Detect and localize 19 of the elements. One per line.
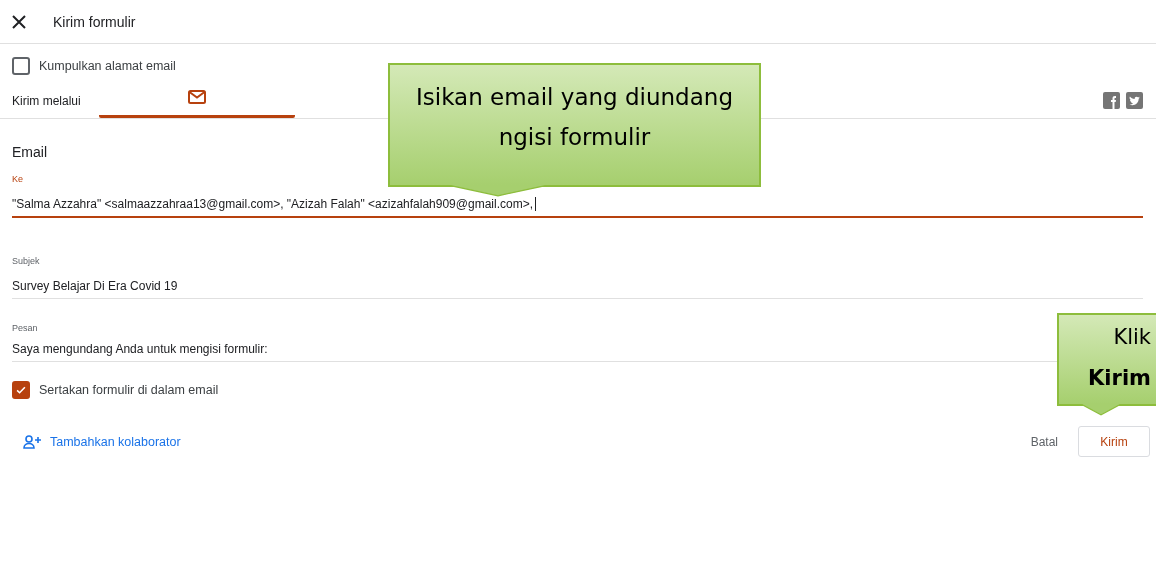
twitter-icon[interactable] (1126, 92, 1143, 109)
section-heading: Email (12, 144, 48, 160)
checkbox-label: Kumpulkan alamat email (39, 59, 176, 73)
add-person-icon (23, 434, 42, 449)
send-via-label: Kirim melalui (12, 94, 82, 110)
send-button[interactable]: Kirim (1078, 426, 1150, 457)
mail-icon (188, 90, 206, 104)
facebook-icon[interactable] (1103, 92, 1120, 109)
callout-pointer-icon (448, 185, 548, 197)
checkbox[interactable] (12, 381, 30, 399)
window-title: Kirim formulir (53, 13, 136, 30)
cancel-button[interactable]: Batal (1030, 428, 1058, 455)
add-collaborator-link[interactable]: Tambahkan kolaborator (23, 434, 181, 449)
text-field[interactable]: Subjek Survey Belajar Di Era Covid 19 (12, 256, 1143, 299)
checkbox[interactable] (12, 57, 30, 75)
callout-pointer-icon (1081, 404, 1121, 416)
checkbox-label: Sertakan formulir di dalam email (39, 383, 219, 397)
email-tab[interactable] (99, 90, 295, 118)
close-icon[interactable] (12, 14, 26, 29)
